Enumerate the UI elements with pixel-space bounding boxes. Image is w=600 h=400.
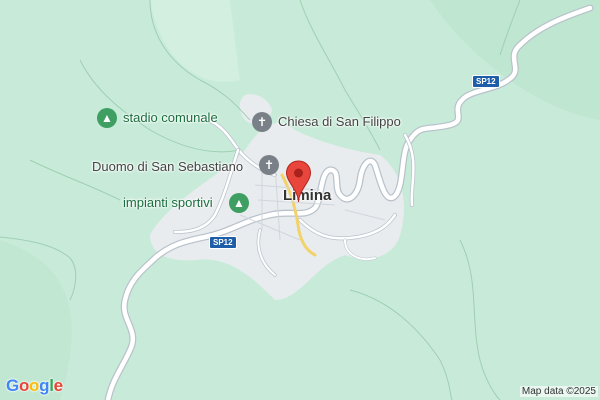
logo-letter: o (29, 376, 40, 395)
poi-impianti-sportivi-label[interactable]: impianti sportivi (123, 195, 213, 210)
road-shield-sp12: SP12 (209, 236, 237, 249)
logo-letter: o (18, 376, 30, 395)
poi-duomo-san-sebastiano-label[interactable]: Duomo di San Sebastiano (92, 159, 243, 174)
logo-letter: g (39, 376, 50, 395)
google-logo[interactable]: Google (6, 376, 63, 396)
tree-icon[interactable]: ▲ (97, 108, 117, 128)
logo-letter: e (53, 376, 63, 395)
map-attribution[interactable]: Map data ©2025 (519, 386, 598, 397)
poi-chiesa-san-filippo-label[interactable]: Chiesa di San Filippo (278, 114, 401, 129)
map-canvas[interactable]: ▲ stadio comunale ✝ Chiesa di San Filipp… (0, 0, 600, 400)
location-pin-icon[interactable] (285, 160, 312, 203)
poi-stadio-comunale-label[interactable]: stadio comunale (123, 110, 218, 125)
tree-icon[interactable]: ▲ (229, 193, 249, 213)
cross-icon[interactable]: ✝ (259, 155, 279, 175)
logo-letter: G (6, 376, 19, 395)
cross-icon[interactable]: ✝ (252, 112, 272, 132)
road-shield-sp12: SP12 (472, 75, 500, 88)
